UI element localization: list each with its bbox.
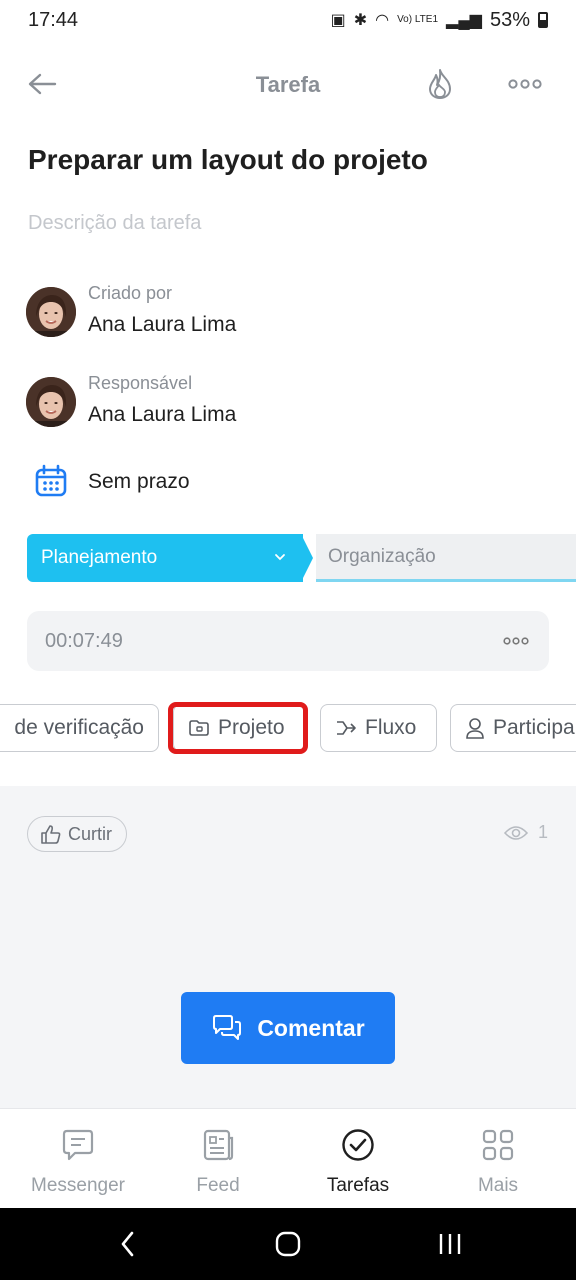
bluetooth-icon: ✱ bbox=[353, 12, 368, 29]
avatar bbox=[26, 287, 76, 337]
battery-icon bbox=[538, 12, 548, 28]
nav-messenger[interactable]: Messenger bbox=[6, 1109, 150, 1209]
creator-row[interactable]: Criado por Ana Laura Lima bbox=[26, 283, 546, 343]
bottom-nav: Messenger Feed Tarefas Mais bbox=[0, 1108, 576, 1208]
task-title[interactable]: Preparar um layout do projeto bbox=[28, 144, 428, 176]
flame-button[interactable] bbox=[420, 64, 460, 104]
recents-icon bbox=[439, 1234, 461, 1254]
home-icon bbox=[275, 1231, 301, 1257]
person-icon bbox=[466, 718, 484, 739]
nav-feed[interactable]: Feed bbox=[146, 1109, 290, 1209]
views-counter: 1 bbox=[503, 822, 548, 843]
stage-current-label: Planejamento bbox=[41, 547, 158, 568]
views-count: 1 bbox=[537, 822, 548, 842]
timer-more-button[interactable] bbox=[503, 629, 529, 650]
chevron-down-icon bbox=[273, 550, 287, 567]
flame-icon bbox=[429, 69, 451, 99]
comment-icon bbox=[213, 1015, 242, 1040]
nav-tasks-label: Tarefas bbox=[326, 1175, 390, 1196]
avatar bbox=[26, 377, 76, 427]
check-circle-icon bbox=[340, 1127, 376, 1163]
creator-label: Criado por bbox=[88, 283, 173, 303]
activity-area: Curtir 1 Comentar bbox=[0, 786, 576, 1108]
stage-next-label: Organização bbox=[328, 545, 436, 567]
avatar-photo-icon bbox=[26, 377, 76, 427]
system-nav-bar bbox=[0, 1208, 576, 1280]
sim-icon: ▣ bbox=[330, 12, 346, 29]
responsible-name: Ana Laura Lima bbox=[88, 403, 237, 426]
nav-more-label: Mais bbox=[477, 1175, 519, 1196]
wifi-icon: ◠ bbox=[375, 12, 390, 29]
status-bar: 17:44 ▣ ✱ ◠ Vo) LTE1 ▂▄▆ 53% bbox=[0, 0, 576, 40]
stage-selector: Planejamento Organização bbox=[27, 534, 576, 582]
nav-messenger-label: Messenger bbox=[31, 1175, 125, 1196]
comment-label: Comentar bbox=[257, 1014, 365, 1041]
grid-icon bbox=[480, 1127, 516, 1163]
responsible-label: Responsável bbox=[88, 373, 193, 393]
like-label: Curtir bbox=[68, 823, 112, 844]
deadline-text: Sem prazo bbox=[88, 470, 190, 493]
status-icons: ▣ ✱ ◠ Vo) LTE1 ▂▄▆ 53% bbox=[331, 9, 548, 32]
creator-name: Ana Laura Lima bbox=[88, 313, 237, 336]
chip-flow-label: Fluxo bbox=[365, 716, 417, 739]
stage-current[interactable]: Planejamento bbox=[27, 534, 303, 582]
more-dots-icon bbox=[508, 79, 542, 89]
chat-icon bbox=[60, 1127, 96, 1163]
system-back-button[interactable] bbox=[108, 1228, 148, 1260]
calendar-icon bbox=[35, 464, 67, 497]
status-time: 17:44 bbox=[28, 8, 79, 31]
chip-checklist-label: de verificação bbox=[14, 716, 144, 739]
stage-arrow bbox=[301, 534, 313, 582]
task-description-placeholder[interactable]: Descrição da tarefa bbox=[28, 212, 201, 235]
signal-icon: ▂▄▆ bbox=[446, 12, 482, 29]
nav-feed-label: Feed bbox=[196, 1175, 240, 1196]
stage-next[interactable]: Organização bbox=[316, 534, 576, 582]
top-bar: Tarefa bbox=[0, 50, 576, 120]
feed-icon bbox=[200, 1127, 236, 1163]
like-button[interactable]: Curtir bbox=[27, 816, 127, 852]
timer-value: 00:07:49 bbox=[45, 630, 123, 652]
system-recents-button[interactable] bbox=[430, 1228, 470, 1260]
network-label: Vo) LTE1 bbox=[397, 14, 439, 25]
chip-participants-label: Participa bbox=[493, 716, 575, 739]
flow-icon bbox=[337, 721, 356, 735]
chip-flow[interactable]: Fluxo bbox=[320, 704, 437, 752]
chip-participants[interactable]: Participa bbox=[450, 704, 576, 752]
responsible-row[interactable]: Responsável Ana Laura Lima bbox=[26, 373, 546, 433]
nav-more[interactable]: Mais bbox=[426, 1109, 570, 1209]
comment-button[interactable]: Comentar bbox=[181, 992, 395, 1064]
chevron-left-icon bbox=[121, 1231, 134, 1257]
deadline-row[interactable]: Sem prazo bbox=[26, 462, 426, 502]
battery-percent: 53% bbox=[489, 8, 530, 31]
chip-checklist[interactable]: de verificação bbox=[0, 704, 159, 752]
highlight-box bbox=[168, 702, 308, 754]
page-title: Tarefa bbox=[255, 72, 321, 97]
nav-tasks[interactable]: Tarefas bbox=[286, 1109, 430, 1209]
avatar-photo-icon bbox=[26, 287, 76, 337]
timer-box[interactable]: 00:07:49 bbox=[27, 611, 549, 671]
thumbs-up-icon bbox=[41, 825, 61, 844]
more-options-button[interactable] bbox=[500, 64, 550, 104]
more-dots-icon bbox=[503, 637, 529, 645]
system-home-button[interactable] bbox=[268, 1228, 308, 1260]
eye-icon bbox=[503, 825, 528, 840]
